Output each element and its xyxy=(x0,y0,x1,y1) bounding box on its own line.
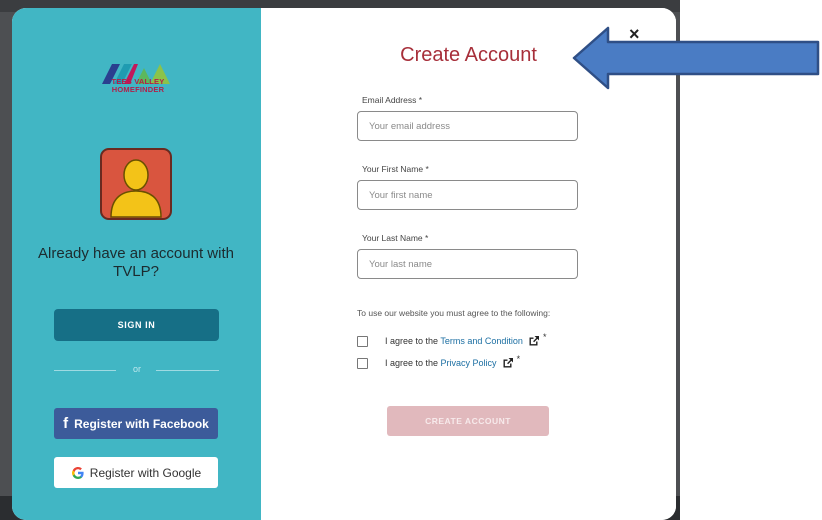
divider-line-left xyxy=(54,370,116,371)
login-side-panel: TEES VALLEY HOMEFINDER Already have an a… xyxy=(12,8,261,520)
terms-text: I agree to the Terms and Condition xyxy=(385,336,523,346)
agreement-note: To use our website you must agree to the… xyxy=(357,308,551,318)
external-link-icon[interactable] xyxy=(502,357,514,369)
email-label: Email Address * xyxy=(362,95,422,105)
google-icon xyxy=(71,466,84,479)
register-facebook-button[interactable]: f Register with Facebook xyxy=(54,408,218,439)
create-account-button[interactable]: CREATE ACCOUNT xyxy=(387,406,549,436)
register-google-label: Register with Google xyxy=(89,465,202,480)
terms-required-mark: * xyxy=(542,332,547,342)
privacy-required-mark: * xyxy=(516,354,521,364)
existing-account-prompt: Already have an account with TVLP? xyxy=(38,245,234,280)
last-name-field[interactable] xyxy=(357,249,578,279)
terms-row: I agree to the Terms and Condition * xyxy=(357,332,547,348)
sign-in-button[interactable]: SIGN IN xyxy=(54,309,219,341)
terms-link[interactable]: Terms and Condition xyxy=(440,336,523,346)
terms-checkbox[interactable] xyxy=(357,335,368,347)
first-name-label: Your First Name * xyxy=(362,164,429,174)
first-name-field[interactable] xyxy=(357,180,578,210)
register-facebook-label: Register with Facebook xyxy=(74,416,209,431)
logo-line-2: HOMEFINDER xyxy=(111,85,165,94)
or-label: or xyxy=(132,364,141,374)
terms-prefix: I agree to the xyxy=(385,336,441,346)
external-link-icon[interactable] xyxy=(528,335,540,347)
privacy-row: I agree to the Privacy Policy * xyxy=(357,354,521,370)
privacy-prefix: I agree to the xyxy=(385,358,441,368)
privacy-text: I agree to the Privacy Policy xyxy=(385,358,497,368)
register-google-button[interactable]: Register with Google xyxy=(54,457,218,488)
facebook-icon: f xyxy=(63,415,69,432)
logo-wordmark: TEES VALLEY HOMEFINDER xyxy=(98,78,178,94)
divider-line-right xyxy=(156,370,219,371)
last-name-label: Your Last Name * xyxy=(362,233,429,243)
privacy-link[interactable]: Privacy Policy xyxy=(441,358,497,368)
user-avatar-icon xyxy=(100,148,172,220)
email-field[interactable] xyxy=(357,111,578,141)
left-arrow-annotation xyxy=(572,26,820,90)
privacy-checkbox[interactable] xyxy=(357,357,368,369)
or-divider: or xyxy=(54,364,219,376)
